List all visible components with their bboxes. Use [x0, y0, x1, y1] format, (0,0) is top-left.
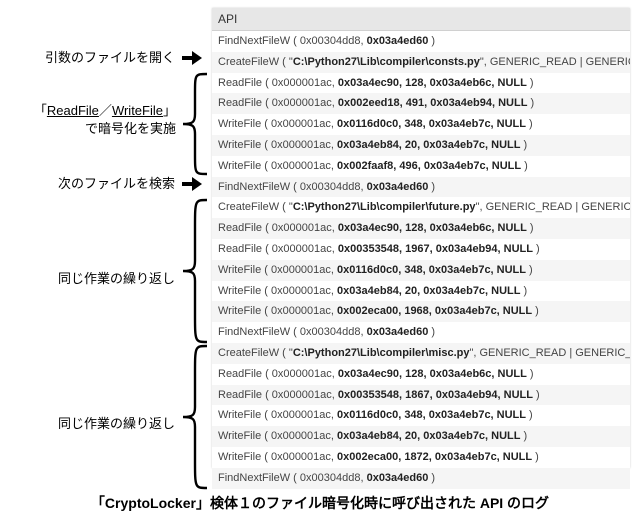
log-row: ReadFile ( 0x000001ac, 0x03a4ec90, 128, … [212, 218, 630, 239]
log-row: WriteFile ( 0x000001ac, 0x03a4eb84, 20, … [212, 426, 630, 447]
writefile-text: WriteFile [112, 103, 163, 118]
log-row: CreateFileW ( "C:\Python27\Lib\compiler\… [212, 197, 630, 218]
log-row: WriteFile ( 0x000001ac, 0x03a4eb84, 20, … [212, 135, 630, 156]
label-repeat-1: 同じ作業の繰り返し [30, 270, 175, 288]
log-row: ReadFile ( 0x000001ac, 0x03a4ec90, 128, … [212, 73, 630, 94]
api-log-panel: API FindNextFileW ( 0x00304dd8, 0x03a4ed… [212, 8, 630, 468]
log-row: FindNextFileW ( 0x00304dd8, 0x03a4ed60 ) [212, 31, 630, 52]
log-row: ReadFile ( 0x000001ac, 0x002eed18, 491, … [212, 93, 630, 114]
log-row: WriteFile ( 0x000001ac, 0x03a4eb84, 20, … [212, 281, 630, 302]
slash-text: ／ [99, 103, 112, 118]
panel-header: API [212, 8, 630, 31]
bracket-open: 「 [34, 103, 47, 118]
label-find-next-file: 次のファイルを検索 [30, 175, 175, 193]
log-row: CreateFileW ( "C:\Python27\Lib\compiler\… [212, 52, 630, 73]
label-repeat-2: 同じ作業の繰り返し [30, 415, 175, 433]
log-row: FindNextFileW ( 0x00304dd8, 0x03a4ed60 ) [212, 322, 630, 343]
bracket-close: 」 [163, 103, 176, 118]
log-row: WriteFile ( 0x000001ac, 0x002faaf8, 496,… [212, 156, 630, 177]
label-open-argument-file: 引数のファイルを開く [30, 49, 175, 67]
readfile-text: ReadFile [47, 103, 99, 118]
figure-caption: 「CryptoLocker」検体１のファイル暗号化時に呼び出された API のロ… [0, 493, 640, 513]
log-row: ReadFile ( 0x000001ac, 0x00353548, 1967,… [212, 239, 630, 260]
log-row: WriteFile ( 0x000001ac, 0x002eca00, 1872… [212, 447, 630, 468]
arrow-icon [182, 53, 204, 63]
page: API FindNextFileW ( 0x00304dd8, 0x03a4ed… [0, 0, 640, 527]
log-row: WriteFile ( 0x000001ac, 0x0116d0c0, 348,… [212, 114, 630, 135]
log-row: CreateFileW ( "C:\Python27\Lib\compiler\… [212, 343, 630, 364]
log-row: WriteFile ( 0x000001ac, 0x0116d0c0, 348,… [212, 260, 630, 281]
log-row: WriteFile ( 0x000001ac, 0x002eca00, 1968… [212, 301, 630, 322]
log-row: ReadFile ( 0x000001ac, 0x03a4ec90, 128, … [212, 364, 630, 385]
api-log-list: FindNextFileW ( 0x00304dd8, 0x03a4ed60 )… [212, 31, 630, 489]
encrypt-line2: で暗号化を実施 [85, 121, 176, 136]
log-row: FindNextFileW ( 0x00304dd8, 0x03a4ed60 ) [212, 177, 630, 198]
label-read-write-encrypt: 「ReadFile／WriteFile」 で暗号化を実施 [6, 102, 176, 137]
curly-brace-icon [179, 198, 209, 344]
arrow-icon [182, 179, 204, 189]
log-row: FindNextFileW ( 0x00304dd8, 0x03a4ed60 ) [212, 468, 630, 489]
log-row: WriteFile ( 0x000001ac, 0x0116d0c0, 348,… [212, 405, 630, 426]
curly-brace-icon [179, 344, 209, 490]
curly-brace-icon [179, 72, 209, 176]
log-row: ReadFile ( 0x000001ac, 0x00353548, 1867,… [212, 385, 630, 406]
